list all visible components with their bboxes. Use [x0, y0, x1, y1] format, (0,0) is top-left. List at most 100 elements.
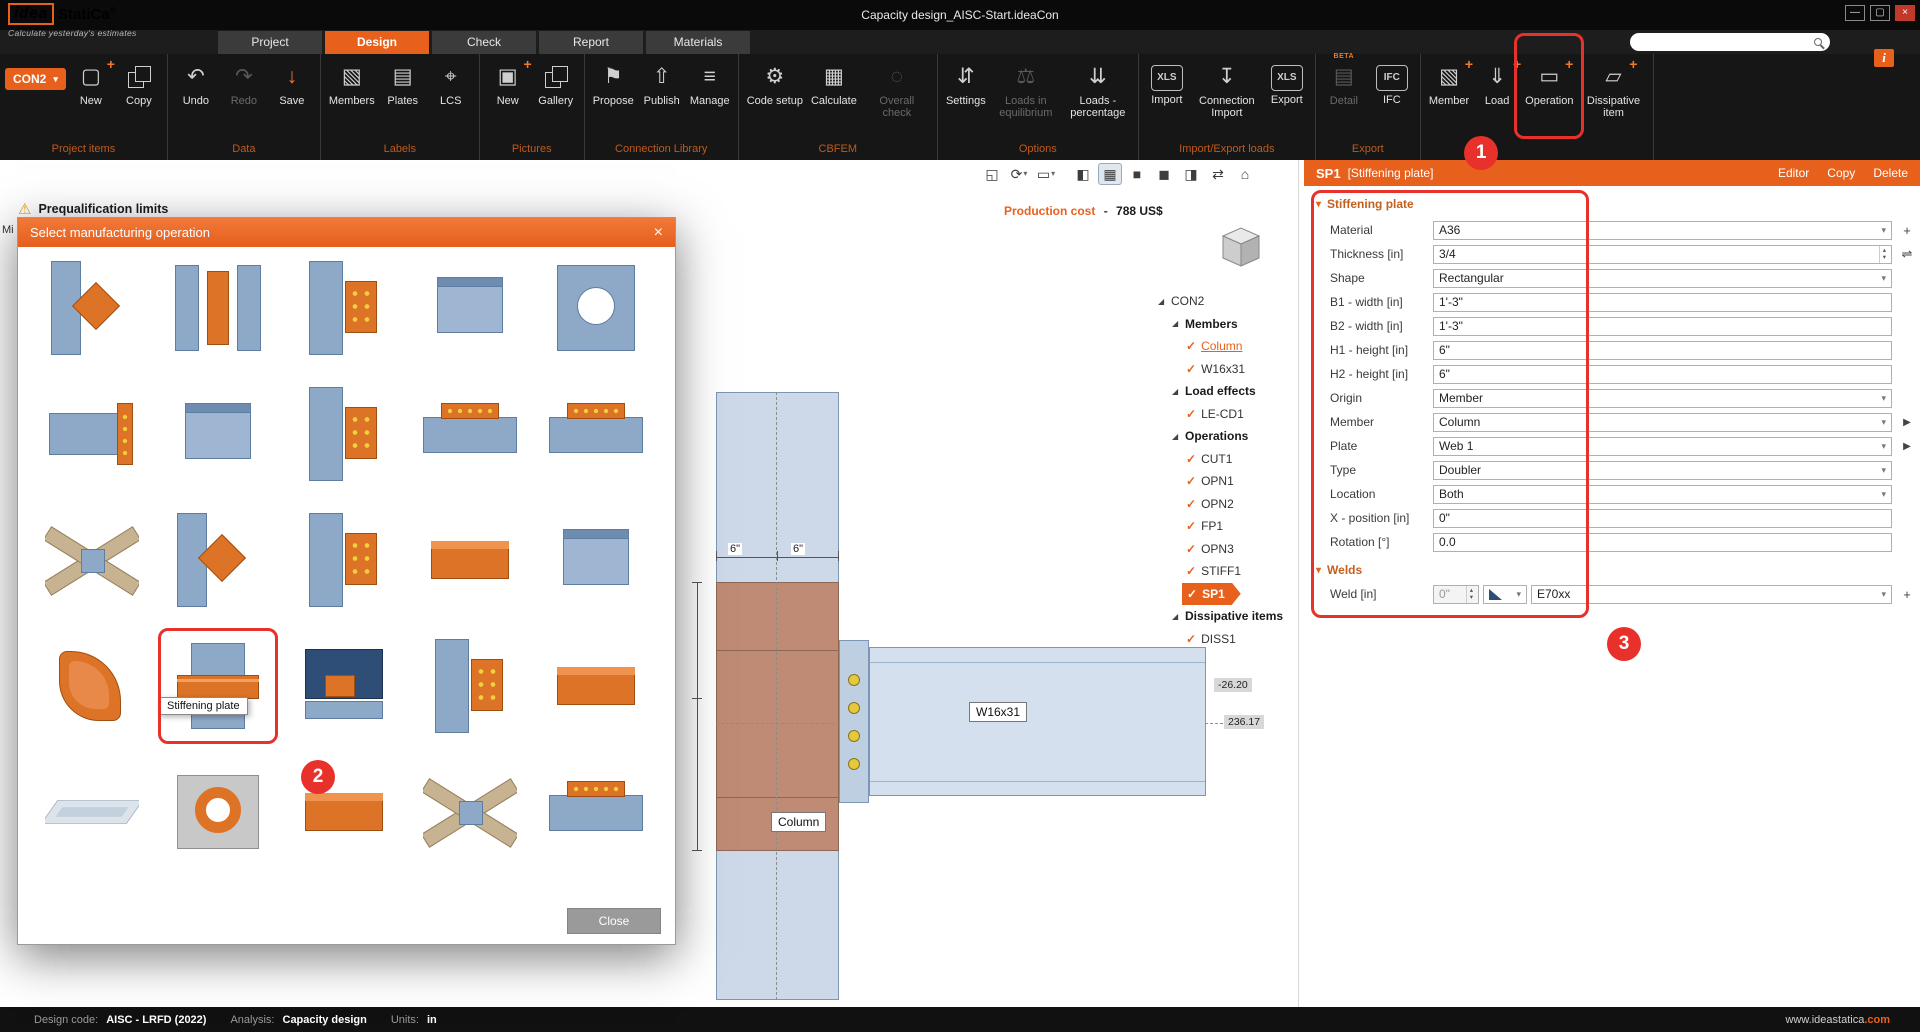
- checkmark-icon[interactable]: ✓: [1186, 452, 1196, 466]
- delete-operation-button[interactable]: Delete: [1873, 166, 1908, 180]
- tree-item-operations[interactable]: ◢Operations: [1152, 425, 1298, 448]
- ribbon-button-options-loads-percentage[interactable]: ⇊Loads - percentage: [1063, 59, 1133, 119]
- type-select[interactable]: Doubler▾: [1433, 461, 1892, 480]
- weld-material-select[interactable]: E70xx▾: [1531, 585, 1892, 604]
- spin-up-icon[interactable]: ▴: [1883, 247, 1886, 254]
- bolt[interactable]: [848, 674, 860, 686]
- operation-thumbnail-9[interactable]: [423, 387, 517, 481]
- ribbon-button-cbfem-code-setup[interactable]: ⚙Code setup: [744, 59, 806, 107]
- tree-expander-icon[interactable]: ◢: [1158, 297, 1171, 306]
- operation-thumbnail-4[interactable]: [423, 261, 517, 355]
- beam-w16x31[interactable]: [869, 647, 1206, 796]
- bolt[interactable]: [848, 702, 860, 714]
- operation-thumbnail-6[interactable]: [45, 387, 139, 481]
- dialog-close-icon[interactable]: ×: [654, 225, 663, 241]
- ribbon-button-new-items-member[interactable]: ▧+Member: [1426, 59, 1472, 107]
- tree-item-sp1[interactable]: ✓SP1: [1182, 583, 1241, 606]
- ribbon-button-labels-lcs[interactable]: ⌖LCS: [428, 59, 474, 107]
- operation-thumbnail-20[interactable]: [549, 639, 643, 733]
- rotate-view-icon[interactable]: ⟳▾: [1007, 163, 1031, 185]
- active-connection-select[interactable]: CON2▾: [5, 68, 66, 90]
- material-select[interactable]: A36▾: [1433, 221, 1892, 240]
- h2-height-in-input[interactable]: 6": [1433, 365, 1892, 384]
- tree-item-le-cd1[interactable]: ✓LE-CD1: [1152, 403, 1298, 426]
- x-position-in-input[interactable]: 0": [1433, 509, 1892, 528]
- tree-item-diss1[interactable]: ✓DISS1: [1152, 628, 1298, 651]
- ribbon-button-project-items-new[interactable]: ▢+New: [68, 59, 114, 107]
- h1-height-in-input[interactable]: 6": [1433, 341, 1892, 360]
- checkmark-icon[interactable]: ✓: [1186, 519, 1196, 533]
- ribbon-button-cbfem-calculate[interactable]: ▦Calculate: [808, 59, 860, 107]
- operation-thumbnail-19[interactable]: [423, 639, 517, 733]
- ribbon-button-new-items-dissipative-item[interactable]: ▱+Dissipative item: [1578, 59, 1648, 119]
- ribbon-button-options-settings[interactable]: ⇵Settings: [943, 59, 989, 107]
- orientation-cube[interactable]: [1218, 224, 1264, 272]
- tree-expander-icon[interactable]: ◢: [1172, 432, 1185, 441]
- operation-thumbnail-13[interactable]: [297, 513, 391, 607]
- search-icon[interactable]: [1814, 38, 1822, 46]
- operation-thumbnail-25[interactable]: [549, 765, 643, 859]
- tree-item-members[interactable]: ◢Members: [1152, 313, 1298, 336]
- fit-view-icon[interactable]: ◱: [980, 163, 1004, 185]
- tree-item-opn3[interactable]: ✓OPN3: [1152, 538, 1298, 561]
- b1-width-in-input[interactable]: 1'-3": [1433, 293, 1892, 312]
- operation-thumbnail-5[interactable]: [549, 261, 643, 355]
- add-material-button[interactable]: +: [1894, 223, 1920, 238]
- prequalification-limits[interactable]: ⚠ Prequalification limits: [18, 200, 168, 218]
- view-shaded-icon[interactable]: ◼: [1152, 163, 1176, 185]
- copy-operation-button[interactable]: Copy: [1827, 166, 1855, 180]
- checkmark-icon[interactable]: ✓: [1186, 339, 1196, 353]
- view-transparent-icon[interactable]: ◨: [1179, 163, 1203, 185]
- ribbon-button-import-export-loads-import[interactable]: XLSImport: [1144, 59, 1190, 106]
- info-button[interactable]: i: [1874, 49, 1894, 67]
- tree-item-w16x31[interactable]: ✓W16x31: [1152, 358, 1298, 381]
- ribbon-button-import-export-loads-connection-import[interactable]: ↧Connection Import: [1192, 59, 1262, 119]
- close-icon[interactable]: ×: [1895, 5, 1915, 21]
- end-plate[interactable]: [839, 640, 869, 803]
- spin-down-icon[interactable]: ▾: [1883, 254, 1886, 261]
- tree-item-dissipative-items[interactable]: ◢Dissipative items: [1152, 605, 1298, 628]
- bolt[interactable]: [848, 758, 860, 770]
- operation-thumbnail-23[interactable]: [297, 765, 391, 859]
- operation-thumbnail-10[interactable]: [549, 387, 643, 481]
- ribbon-button-export-ifc[interactable]: IFCIFC: [1369, 59, 1415, 106]
- operation-thumbnail-1[interactable]: [45, 261, 139, 355]
- tree-item-opn2[interactable]: ✓OPN2: [1152, 493, 1298, 516]
- pick-member-button[interactable]: ▶: [1894, 417, 1920, 428]
- restore-icon[interactable]: ▢: [1870, 5, 1890, 21]
- bolt[interactable]: [848, 730, 860, 742]
- operation-thumbnail-2[interactable]: [171, 261, 265, 355]
- swap-dimension-button[interactable]: ⇌: [1894, 246, 1920, 262]
- editor-button[interactable]: Editor: [1778, 166, 1809, 180]
- tree-expander-icon[interactable]: ◢: [1172, 387, 1185, 396]
- checkmark-icon[interactable]: ✓: [1186, 474, 1196, 488]
- ribbon-button-labels-plates[interactable]: ▤Plates: [380, 59, 426, 107]
- plate-select[interactable]: Web 1▾: [1433, 437, 1892, 456]
- location-select[interactable]: Both▾: [1433, 485, 1892, 504]
- add-weld-in-button[interactable]: +: [1894, 587, 1920, 602]
- operation-thumbnail-16[interactable]: [45, 639, 139, 733]
- operation-thumbnail-22[interactable]: [171, 765, 265, 859]
- section-stiffening-plate[interactable]: ▾Stiffening plate: [1304, 190, 1920, 218]
- view-wireframe-icon[interactable]: ■: [1125, 163, 1149, 185]
- operation-thumbnail-12[interactable]: [171, 513, 265, 607]
- selection-mode-icon[interactable]: ▭▾: [1034, 163, 1058, 185]
- spin-down-icon[interactable]: ▾: [1470, 594, 1473, 601]
- shape-select[interactable]: Rectangular▾: [1433, 269, 1892, 288]
- ribbon-button-data-save[interactable]: ↓Save: [269, 59, 315, 107]
- mirror-view-icon[interactable]: ⇄: [1206, 163, 1230, 185]
- rotation-input[interactable]: 0.0: [1433, 533, 1892, 552]
- ribbon-button-pictures-gallery[interactable]: Gallery: [533, 59, 579, 107]
- tab-report[interactable]: Report: [539, 31, 643, 54]
- operation-thumbnail-11[interactable]: [45, 513, 139, 607]
- home-view-icon[interactable]: ⌂: [1233, 163, 1257, 185]
- ribbon-button-connection-library-manage[interactable]: ≡Manage: [687, 59, 733, 107]
- checkmark-icon[interactable]: ✓: [1186, 632, 1196, 646]
- b2-width-in-input[interactable]: 1'-3": [1433, 317, 1892, 336]
- tree-item-cut1[interactable]: ✓CUT1: [1152, 448, 1298, 471]
- checkmark-icon[interactable]: ✓: [1186, 407, 1196, 421]
- pick-plate-button[interactable]: ▶: [1894, 441, 1920, 452]
- tree-item-fp1[interactable]: ✓FP1: [1152, 515, 1298, 538]
- ribbon-button-new-items-operation[interactable]: ▭+Operation: [1522, 59, 1576, 107]
- operation-thumbnail-stiffening-plate[interactable]: [171, 639, 265, 733]
